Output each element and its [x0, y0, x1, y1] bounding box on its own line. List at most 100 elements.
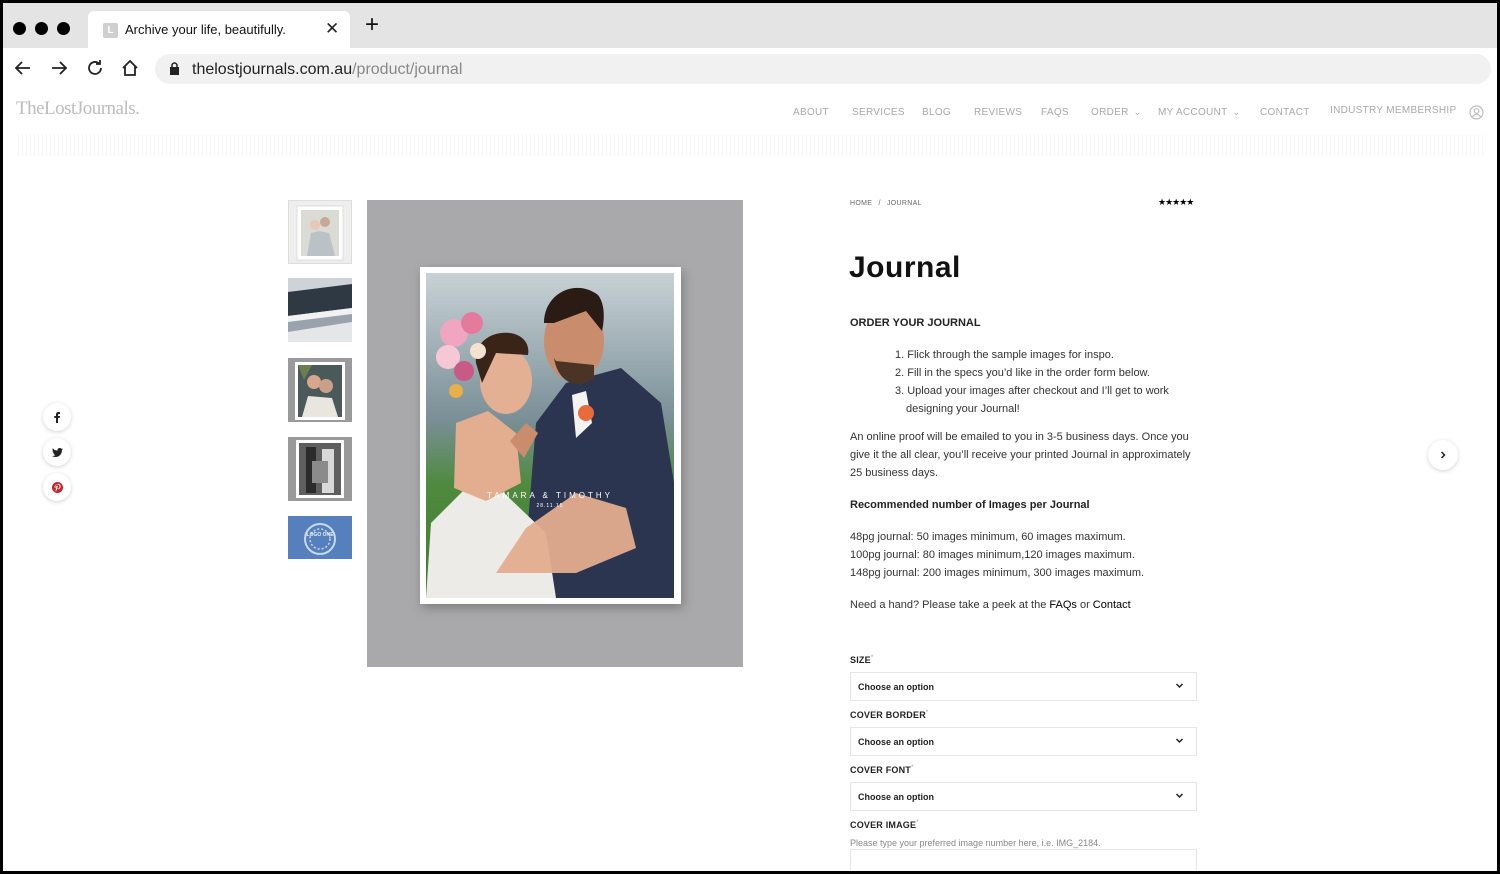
wedding-couple-photo [426, 273, 674, 598]
minimize-window-button[interactable] [35, 22, 48, 35]
close-window-button[interactable] [13, 22, 26, 35]
journal-book-mockup: TAMARA & TIMOTHY 28.11.15 [420, 267, 681, 604]
size-select-value: Choose an option [858, 682, 934, 692]
thumbnail-image [288, 358, 352, 422]
thumbnail-image [288, 437, 352, 501]
chevron-down-icon: ⌄ [1133, 107, 1142, 117]
chevron-down-icon [1175, 683, 1184, 689]
pinterest-share-button[interactable] [43, 473, 71, 501]
rating-stars[interactable]: ★★★★★ [1158, 197, 1194, 208]
nav-my-account-label: MY ACCOUNT [1158, 107, 1228, 118]
cover-border-label-text: COVER BORDER [850, 710, 926, 720]
forward-icon[interactable] [49, 58, 69, 78]
chevron-down-icon: ⌄ [1232, 107, 1241, 117]
header-divider [18, 134, 1483, 156]
url-path: /product/journal [352, 61, 463, 78]
facebook-icon [54, 411, 60, 423]
nav-my-account[interactable]: MY ACCOUNT ⌄ [1158, 107, 1240, 118]
tab-close-icon[interactable]: ✕ [325, 19, 339, 39]
cover-font-label-text: COVER FONT [850, 765, 912, 775]
breadcrumb-separator: / [878, 200, 881, 207]
cover-font-select[interactable]: Choose an option [850, 782, 1197, 811]
new-tab-icon[interactable]: + [365, 13, 379, 37]
size-select[interactable]: Choose an option [850, 672, 1197, 701]
order-step: 2. Fill in the specs you’d like in the o… [895, 367, 1150, 379]
cover-image-label: COVER IMAGE* [850, 820, 919, 830]
chevron-down-icon [1175, 793, 1184, 799]
pinterest-icon [51, 481, 63, 493]
cover-names: TAMARA & TIMOTHY [487, 491, 613, 500]
twitter-icon [51, 447, 63, 457]
recommended-heading: Recommended number of Images per Journal [850, 499, 1090, 511]
home-icon[interactable] [120, 58, 140, 78]
nav-contact[interactable]: CONTACT [1260, 107, 1310, 118]
lock-icon [170, 62, 179, 75]
thumbnail-image [288, 278, 352, 342]
product-title: Journal [849, 251, 961, 284]
required-mark: * [916, 820, 919, 826]
cover-image-input[interactable] [850, 849, 1197, 871]
required-mark: * [870, 655, 874, 661]
cover-font-label: COVER FONT* [850, 765, 914, 775]
recommendation-item: 148pg journal: 200 images minimum, 300 i… [850, 567, 1145, 579]
next-product-button[interactable] [1428, 440, 1458, 470]
order-step: 1. Flick through the sample images for i… [895, 349, 1114, 361]
nav-faqs[interactable]: FAQS [1041, 107, 1069, 118]
tab-bar: L Archive your life, beautifully. ✕ + [3, 3, 1497, 48]
chevron-right-icon [1440, 451, 1446, 459]
breadcrumb-current: JOURNAL [886, 200, 922, 207]
help-or: or [1076, 599, 1093, 611]
chevron-down-icon [1175, 738, 1184, 744]
breadcrumb: HOME / JOURNAL [850, 200, 922, 207]
cover-border-select-value: Choose an option [858, 737, 934, 747]
gallery-thumbnail-5[interactable]: LOGO ONE [288, 516, 352, 559]
required-mark: * [925, 710, 929, 716]
nav-services[interactable]: SERVICES [852, 107, 905, 118]
back-icon[interactable] [13, 58, 33, 78]
order-heading: ORDER YOUR JOURNAL [850, 317, 981, 329]
facebook-share-button[interactable] [43, 403, 71, 431]
size-label-text: SIZE [850, 655, 871, 665]
nav-about[interactable]: ABOUT [793, 107, 829, 118]
contact-link[interactable]: Contact [1093, 599, 1131, 611]
twitter-share-button[interactable] [43, 438, 71, 466]
proof-text: An online proof will be emailed to you i… [850, 431, 1191, 479]
window-controls [13, 22, 70, 35]
nav-order[interactable]: ORDER ⌄ [1091, 107, 1141, 118]
nav-industry-membership[interactable]: INDUSTRY MEMBERSHIP [1330, 105, 1456, 116]
recommendations-list: 48pg journal: 50 images minimum, 60 imag… [850, 528, 1144, 582]
nav-blog[interactable]: BLOG [922, 107, 951, 118]
nav-reviews[interactable]: REVIEWS [974, 107, 1022, 118]
size-label: SIZE* [850, 655, 873, 665]
gallery-thumbnail-2[interactable] [288, 278, 352, 342]
browser-tab[interactable]: L Archive your life, beautifully. ✕ [88, 11, 350, 48]
gallery-thumbnail-4[interactable] [288, 437, 352, 501]
site-logo[interactable]: TheLostJournals. [16, 98, 140, 120]
reload-icon[interactable] [85, 58, 105, 78]
cover-photo: TAMARA & TIMOTHY 28.11.15 [426, 273, 674, 598]
help-prefix: Need a hand? Please take a peek at the [850, 599, 1050, 611]
url-domain: thelostjournals.com.au [192, 61, 353, 78]
cover-date: 28.11.15 [536, 503, 564, 509]
required-mark: * [911, 765, 914, 771]
maximize-window-button[interactable] [57, 22, 70, 35]
tab-title: Archive your life, beautifully. [125, 22, 286, 37]
gallery-thumbnail-3[interactable] [288, 358, 352, 422]
cover-image-label-text: COVER IMAGE [850, 820, 917, 830]
cover-border-label: COVER BORDER* [850, 710, 928, 720]
browser-toolbar: thelostjournals.com.au/product/journal [3, 48, 1497, 88]
cover-font-select-value: Choose an option [858, 792, 934, 802]
thumbnail-stamp-text: LOGO ONE [306, 532, 334, 538]
order-steps-list: 1. Flick through the sample images for i… [895, 346, 1195, 418]
address-bar[interactable]: thelostjournals.com.au/product/journal [155, 54, 1491, 84]
cover-border-select[interactable]: Choose an option [850, 727, 1197, 756]
browser-window: L Archive your life, beautifully. ✕ + th… [3, 3, 1497, 871]
user-account-icon[interactable] [1469, 105, 1484, 120]
breadcrumb-home[interactable]: HOME [850, 200, 872, 207]
faqs-link[interactable]: FAQs [1049, 599, 1077, 611]
site-header: TheLostJournals. ABOUT SERVICES BLOG REV… [3, 88, 1497, 134]
gallery-thumbnail-1[interactable] [288, 200, 352, 264]
recommendation-item: 100pg journal: 80 images minimum,120 ima… [850, 549, 1135, 561]
main-product-image[interactable]: TAMARA & TIMOTHY 28.11.15 [367, 200, 743, 667]
help-text: Need a hand? Please take a peek at the F… [850, 596, 1131, 614]
